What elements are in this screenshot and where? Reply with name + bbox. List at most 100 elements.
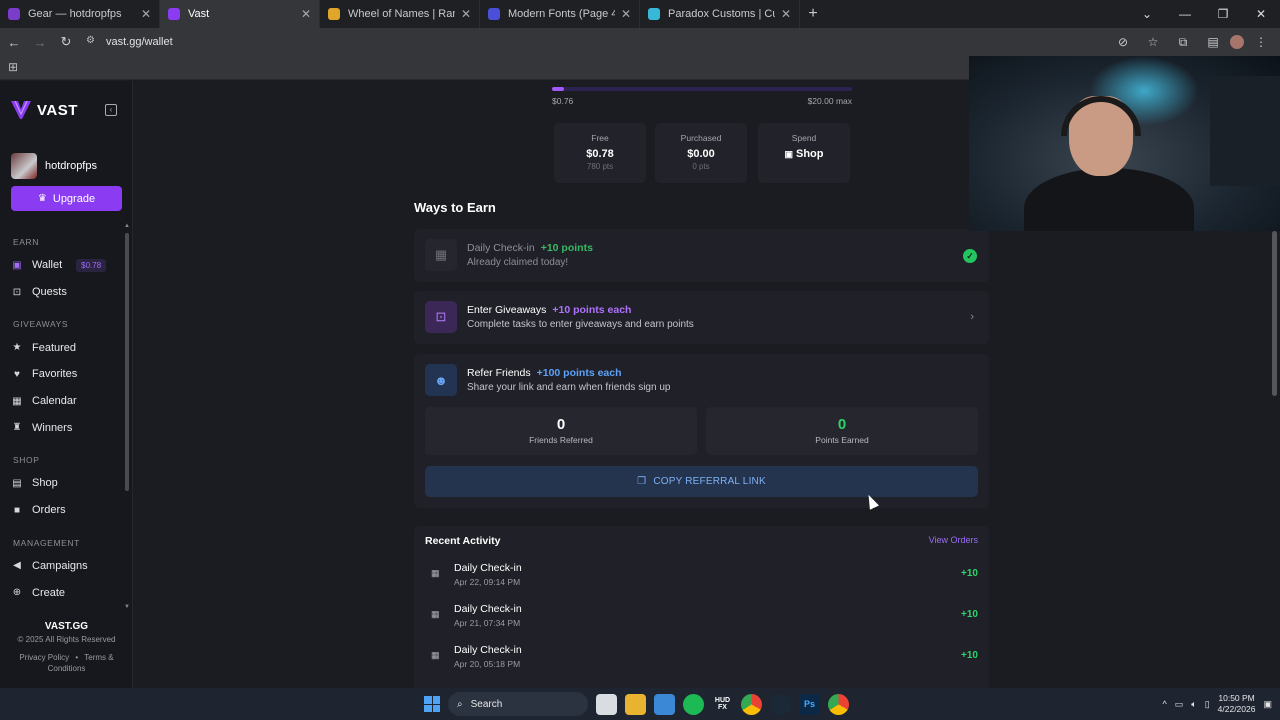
calendar-icon: ▦: [431, 609, 440, 619]
eye-off-icon[interactable]: ⊘: [1110, 30, 1136, 54]
chrome-alt-icon[interactable]: [828, 693, 849, 715]
back-icon[interactable]: ←: [2, 30, 26, 54]
earn-points: +100 points each: [536, 367, 622, 379]
extensions-icon[interactable]: ⧉: [1170, 30, 1196, 54]
crown-icon: ♛: [37, 193, 47, 204]
activity-name: Daily Check-in: [454, 562, 522, 574]
task-view-icon[interactable]: [596, 693, 617, 715]
section-shop: SHOP: [13, 455, 40, 466]
chevron-down-icon[interactable]: ⌄: [1128, 0, 1166, 28]
maximize-icon[interactable]: ❐: [1204, 0, 1242, 28]
tab-favicon: [648, 8, 660, 20]
close-tab-icon[interactable]: ✕: [621, 7, 631, 21]
close-tab-icon[interactable]: ✕: [141, 7, 151, 21]
sidebar-scrollbar[interactable]: ▲ ▼: [124, 223, 130, 610]
sidebar-item-shop[interactable]: ▤ Shop: [0, 470, 122, 497]
view-orders-link[interactable]: View Orders: [929, 535, 978, 545]
bookmark-star-icon[interactable]: ☆: [1140, 30, 1166, 54]
sidebar-item-featured[interactable]: ★ Featured: [0, 334, 122, 361]
card-label: Spend: [791, 133, 817, 143]
search-icon: ⌕: [457, 698, 463, 710]
section-earn: EARN: [13, 237, 40, 247]
apps-grid-icon[interactable]: ⊞: [8, 60, 18, 74]
windows-start-icon[interactable]: [424, 696, 440, 712]
user-profile[interactable]: hotdropfps: [11, 153, 97, 179]
earn-title-text: Enter Giveaways: [467, 304, 547, 316]
browser-tab-vast[interactable]: Vast ✕: [160, 0, 320, 28]
sidebar-item-quests[interactable]: ⊡ Quests: [0, 279, 122, 306]
username: hotdropfps: [45, 160, 97, 172]
upgrade-button[interactable]: ♛ Upgrade: [11, 186, 122, 211]
close-window-icon[interactable]: ✕: [1242, 0, 1280, 28]
address-bar: ← → ↻ ⚙ vast.gg/wallet ⊘ ☆ ⧉ ▤ ⋮: [0, 28, 1280, 56]
activity-row: ▦ Daily Check-in Apr 20, 05:18 PM +10: [414, 638, 989, 679]
minimize-icon[interactable]: —: [1166, 0, 1204, 28]
progress-min-label: $0.76: [552, 96, 574, 106]
scrollbar-thumb[interactable]: [125, 233, 129, 491]
clock[interactable]: 10:50 PM 4/22/2026: [1218, 693, 1256, 715]
battery-icon[interactable]: ▯: [1205, 699, 1210, 710]
notification-bell-icon[interactable]: ▣: [1263, 699, 1272, 710]
sidebar-item-orders[interactable]: ■ Orders: [0, 497, 122, 524]
chrome-icon[interactable]: [741, 693, 762, 715]
recent-activity-title: Recent Activity: [425, 535, 501, 547]
notepad-icon[interactable]: [654, 693, 675, 715]
vast-logo[interactable]: VAST: [11, 101, 78, 119]
megaphone-icon: ◀: [13, 560, 21, 572]
search-label: Search: [470, 698, 503, 710]
reload-icon[interactable]: ↻: [54, 30, 78, 54]
scrollbar-thumb[interactable]: [1272, 231, 1277, 396]
browser-tab-gear[interactable]: Gear — hotdropfps ✕: [0, 0, 160, 28]
progress-fill: [552, 87, 564, 91]
window-controls: ⌄ — ❐ ✕: [1128, 0, 1280, 28]
stat-number: 0: [556, 416, 566, 433]
page-scrollbar[interactable]: [1270, 226, 1278, 688]
scroll-up-icon[interactable]: ▲: [124, 223, 130, 229]
enter-giveaways-card[interactable]: ⊡ Enter Giveaways +10 points each Complet…: [414, 291, 989, 344]
background-shelf: [1210, 76, 1280, 186]
spotify-icon[interactable]: [683, 693, 704, 715]
profile-avatar-icon[interactable]: [1230, 35, 1244, 49]
trophy-icon: ♜: [12, 422, 22, 434]
taskbar-search[interactable]: ⌕ Search: [448, 692, 588, 716]
close-tab-icon[interactable]: ✕: [781, 7, 791, 21]
url-field[interactable]: ⚙ vast.gg/wallet: [86, 31, 1136, 53]
windows-taskbar: ⌕ Search HUD FX Ps ^ ▭ 🔈︎ ▯ 10:50 PM 4/22…: [0, 688, 1280, 720]
browser-tab-wheel[interactable]: Wheel of Names | Random nam ✕: [320, 0, 480, 28]
volume-icon[interactable]: 🔈︎: [1191, 699, 1196, 710]
collapse-sidebar-icon[interactable]: ‹: [105, 104, 117, 116]
network-icon[interactable]: ▭: [1175, 699, 1184, 710]
privacy-link[interactable]: Privacy Policy: [19, 653, 69, 662]
sidepanel-icon[interactable]: ▤: [1200, 30, 1226, 54]
photoshop-icon[interactable]: Ps: [799, 693, 820, 715]
stat-label: Friends Referred: [529, 435, 593, 445]
close-tab-icon[interactable]: ✕: [301, 7, 311, 21]
upgrade-label: Upgrade: [52, 192, 96, 205]
sidebar-item-favorites[interactable]: ♥ Favorites: [0, 361, 122, 388]
free-balance-card: Free $0.78 780 pts: [554, 123, 646, 183]
sidebar-item-calendar[interactable]: ▦ Calendar: [0, 388, 122, 415]
steam-icon[interactable]: [770, 693, 791, 715]
browser-tab-fonts[interactable]: Modern Fonts (Page 4) ✕: [480, 0, 640, 28]
chevron-up-icon[interactable]: ^: [1163, 699, 1167, 709]
sidebar-item-create[interactable]: ⊕ Create: [0, 579, 122, 606]
spend-shop-card[interactable]: Spend ▣ Shop: [758, 123, 850, 183]
copy-referral-link-button[interactable]: ❐ COPY REFERRAL LINK: [425, 466, 978, 497]
scroll-down-icon[interactable]: ▼: [124, 604, 130, 610]
forward-icon[interactable]: →: [28, 30, 52, 54]
site-info-icon[interactable]: ⚙: [86, 35, 100, 49]
tab-title: Wheel of Names | Random nam: [348, 8, 455, 20]
file-explorer-icon[interactable]: [625, 693, 646, 715]
activity-row: ▦ Daily Check-in Apr 21, 07:34 PM +10: [414, 597, 989, 638]
brand-name: VAST: [37, 101, 78, 119]
close-tab-icon[interactable]: ✕: [461, 7, 471, 21]
webcam-overlay: [969, 56, 1280, 231]
browser-tab-paradox[interactable]: Paradox Customs | Custom Gar ✕: [640, 0, 800, 28]
menu-icon[interactable]: ⋮: [1248, 30, 1274, 54]
hud-fx-icon[interactable]: HUD FX: [712, 694, 733, 715]
new-tab-icon[interactable]: +: [800, 5, 826, 23]
sidebar-item-wallet[interactable]: ▣ Wallet $0.78: [0, 252, 122, 279]
sidebar-item-campaigns[interactable]: ◀ Campaigns: [0, 553, 122, 580]
avatar: [11, 153, 37, 179]
sidebar-item-winners[interactable]: ♜ Winners: [0, 414, 122, 441]
